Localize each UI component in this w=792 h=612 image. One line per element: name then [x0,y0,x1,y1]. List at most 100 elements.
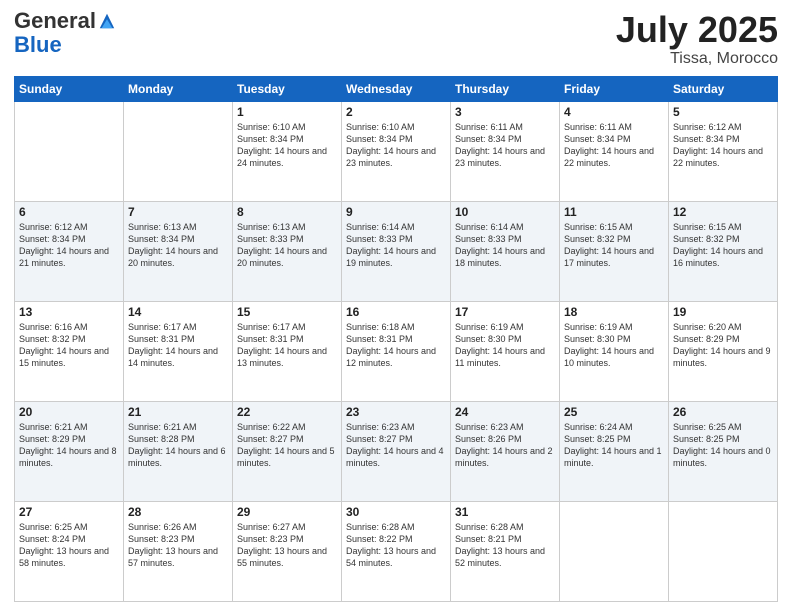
month-title: July 2025 [616,10,778,50]
day-info: Sunrise: 6:13 AMSunset: 8:33 PMDaylight:… [237,221,337,270]
calendar-cell: 30 Sunrise: 6:28 AMSunset: 8:22 PMDayligh… [342,501,451,601]
calendar-cell: 19Sunrise: 6:20 AMSunset: 8:29 PMDayligh… [669,301,778,401]
calendar-cell: 31 Sunrise: 6:28 AMSunset: 8:21 PMDayligh… [451,501,560,601]
calendar-cell: 16Sunrise: 6:18 AMSunset: 8:31 PMDayligh… [342,301,451,401]
day-number: 4 [564,105,664,119]
day-info: Sunrise: 6:21 AMSunset: 8:29 PMDaylight:… [19,421,119,470]
day-number: 22 [237,405,337,419]
day-info: Sunrise: 6:23 AMSunset: 8:27 PMDaylight:… [346,421,446,470]
day-number: 25 [564,405,664,419]
calendar-cell: 21 Sunrise: 6:21 AMSunset: 8:28 PMDayligh… [124,401,233,501]
day-info: Sunrise: 6:14 AMSunset: 8:33 PMDaylight:… [455,221,555,270]
day-number: 13 [19,305,119,319]
calendar-cell: 26 Sunrise: 6:25 AMSunset: 8:25 PMDayligh… [669,401,778,501]
day-number: 3 [455,105,555,119]
day-info: Sunrise: 6:28 AMSunset: 8:21 PMDaylight:… [455,521,555,570]
calendar-table: SundayMondayTuesdayWednesdayThursdayFrid… [14,76,778,602]
day-number: 11 [564,205,664,219]
calendar-cell: 29Sunrise: 6:27 AMSunset: 8:23 PMDayligh… [233,501,342,601]
calendar-cell [560,501,669,601]
calendar-week-row: 13 Sunrise: 6:16 AMSunset: 8:32 PMDayligh… [15,301,778,401]
day-number: 23 [346,405,446,419]
day-number: 8 [237,205,337,219]
logo-blue-text: Blue [14,32,62,58]
location: Tissa, Morocco [616,50,778,68]
day-number: 31 [455,505,555,519]
calendar-cell [669,501,778,601]
calendar-week-row: 20 Sunrise: 6:21 AMSunset: 8:29 PMDayligh… [15,401,778,501]
calendar-cell: 1 Sunrise: 6:10 AMSunset: 8:34 PMDaylight… [233,101,342,201]
day-info: Sunrise: 6:20 AMSunset: 8:29 PMDaylight:… [673,321,773,370]
calendar-cell: 12 Sunrise: 6:15 AMSunset: 8:32 PMDayligh… [669,201,778,301]
logo-icon [98,12,116,30]
weekday-header-thursday: Thursday [451,76,560,101]
calendar-cell: 14 Sunrise: 6:17 AMSunset: 8:31 PMDayligh… [124,301,233,401]
day-number: 1 [237,105,337,119]
calendar-cell [15,101,124,201]
calendar-cell: 2 Sunrise: 6:10 AMSunset: 8:34 PMDaylight… [342,101,451,201]
title-block: July 2025 Tissa, Morocco [616,10,778,68]
day-number: 27 [19,505,119,519]
calendar-week-row: 1 Sunrise: 6:10 AMSunset: 8:34 PMDaylight… [15,101,778,201]
calendar-cell: 20 Sunrise: 6:21 AMSunset: 8:29 PMDayligh… [15,401,124,501]
day-number: 12 [673,205,773,219]
day-number: 28 [128,505,228,519]
header: General Blue July 2025 Tissa, Morocco [14,10,778,68]
calendar-cell: 17Sunrise: 6:19 AMSunset: 8:30 PMDayligh… [451,301,560,401]
day-info: Sunrise: 6:17 AMSunset: 8:31 PMDaylight:… [237,321,337,370]
day-info: Sunrise: 6:12 AMSunset: 8:34 PMDaylight:… [673,121,773,170]
weekday-header-friday: Friday [560,76,669,101]
day-number: 14 [128,305,228,319]
day-info: Sunrise: 6:24 AMSunset: 8:25 PMDaylight:… [564,421,664,470]
day-number: 5 [673,105,773,119]
day-info: Sunrise: 6:14 AMSunset: 8:33 PMDaylight:… [346,221,446,270]
day-info: Sunrise: 6:15 AMSunset: 8:32 PMDaylight:… [564,221,664,270]
day-info: Sunrise: 6:23 AMSunset: 8:26 PMDaylight:… [455,421,555,470]
calendar-cell: 25 Sunrise: 6:24 AMSunset: 8:25 PMDayligh… [560,401,669,501]
day-info: Sunrise: 6:26 AMSunset: 8:23 PMDaylight:… [128,521,228,570]
day-info: Sunrise: 6:18 AMSunset: 8:31 PMDaylight:… [346,321,446,370]
calendar-cell: 23 Sunrise: 6:23 AMSunset: 8:27 PMDayligh… [342,401,451,501]
weekday-header-sunday: Sunday [15,76,124,101]
weekday-header-saturday: Saturday [669,76,778,101]
day-number: 26 [673,405,773,419]
day-number: 20 [19,405,119,419]
calendar-cell: 5 Sunrise: 6:12 AMSunset: 8:34 PMDaylight… [669,101,778,201]
day-info: Sunrise: 6:15 AMSunset: 8:32 PMDaylight:… [673,221,773,270]
day-info: Sunrise: 6:17 AMSunset: 8:31 PMDaylight:… [128,321,228,370]
logo-text: General [14,10,116,32]
day-info: Sunrise: 6:12 AMSunset: 8:34 PMDaylight:… [19,221,119,270]
calendar-cell: 9 Sunrise: 6:14 AMSunset: 8:33 PMDaylight… [342,201,451,301]
calendar-cell: 4Sunrise: 6:11 AMSunset: 8:34 PMDaylight… [560,101,669,201]
calendar-cell: 27Sunrise: 6:25 AMSunset: 8:24 PMDayligh… [15,501,124,601]
day-info: Sunrise: 6:27 AMSunset: 8:23 PMDaylight:… [237,521,337,570]
weekday-header-wednesday: Wednesday [342,76,451,101]
calendar-cell: 10 Sunrise: 6:14 AMSunset: 8:33 PMDayligh… [451,201,560,301]
day-number: 24 [455,405,555,419]
day-number: 30 [346,505,446,519]
day-number: 10 [455,205,555,219]
day-info: Sunrise: 6:16 AMSunset: 8:32 PMDaylight:… [19,321,119,370]
day-number: 9 [346,205,446,219]
logo: General Blue [14,10,116,58]
day-info: Sunrise: 6:10 AMSunset: 8:34 PMDaylight:… [237,121,337,170]
day-info: Sunrise: 6:19 AMSunset: 8:30 PMDaylight:… [564,321,664,370]
day-number: 6 [19,205,119,219]
calendar-cell: 8 Sunrise: 6:13 AMSunset: 8:33 PMDaylight… [233,201,342,301]
day-info: Sunrise: 6:10 AMSunset: 8:34 PMDaylight:… [346,121,446,170]
calendar-cell: 6 Sunrise: 6:12 AMSunset: 8:34 PMDaylight… [15,201,124,301]
logo-general-text: General [14,10,96,32]
day-number: 21 [128,405,228,419]
calendar-week-row: 6 Sunrise: 6:12 AMSunset: 8:34 PMDaylight… [15,201,778,301]
calendar-cell: 22Sunrise: 6:22 AMSunset: 8:27 PMDayligh… [233,401,342,501]
calendar-cell: 7Sunrise: 6:13 AMSunset: 8:34 PMDaylight… [124,201,233,301]
calendar-cell: 15 Sunrise: 6:17 AMSunset: 8:31 PMDayligh… [233,301,342,401]
day-info: Sunrise: 6:21 AMSunset: 8:28 PMDaylight:… [128,421,228,470]
day-number: 17 [455,305,555,319]
calendar-cell [124,101,233,201]
day-info: Sunrise: 6:25 AMSunset: 8:25 PMDaylight:… [673,421,773,470]
day-number: 2 [346,105,446,119]
day-info: Sunrise: 6:28 AMSunset: 8:22 PMDaylight:… [346,521,446,570]
day-number: 15 [237,305,337,319]
calendar-cell: 11 Sunrise: 6:15 AMSunset: 8:32 PMDayligh… [560,201,669,301]
